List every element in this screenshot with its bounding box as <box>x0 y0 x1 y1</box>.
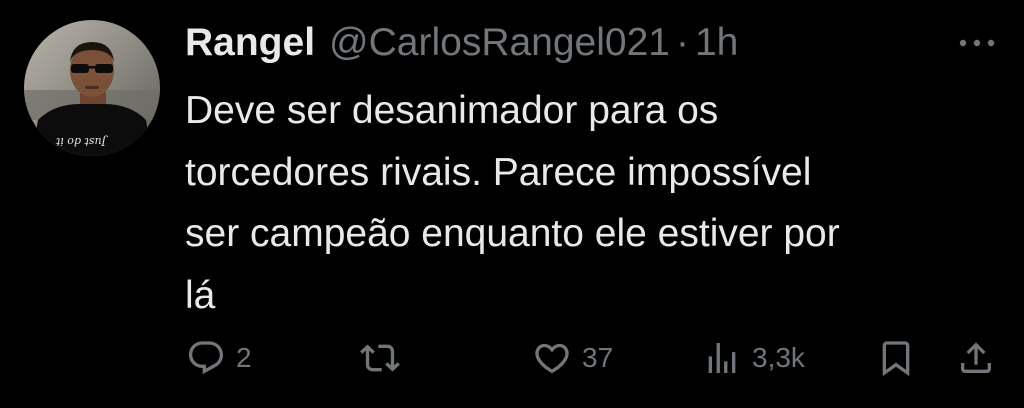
tweet-text-line: torcedores rivais. Parece impossível <box>185 150 812 194</box>
action-bar: 2 37 3,3k <box>0 330 1024 386</box>
tweet-text-line: ser campeão enquanto ele estiver por <box>185 212 840 255</box>
tweet-text-line: Deve ser desanimador para os <box>185 89 719 132</box>
reply-count: 2 <box>236 342 252 373</box>
like-count: 37 <box>582 342 614 373</box>
tweet-text-line: lá <box>185 273 216 317</box>
reply-button[interactable]: 2 <box>186 330 252 386</box>
views-icon <box>708 343 736 373</box>
tweet-text: Deve ser desanimador para os torcedores … <box>185 80 985 326</box>
more-options-button[interactable] <box>955 28 999 58</box>
share-button[interactable] <box>956 330 996 386</box>
bookmark-button[interactable] <box>876 330 916 386</box>
retweet-icon <box>360 344 400 372</box>
heart-icon <box>535 343 569 374</box>
display-name[interactable]: Rangel <box>185 18 315 68</box>
separator-dot: · <box>675 21 689 64</box>
bookmark-icon <box>882 341 910 377</box>
avatar[interactable]: Just do it <box>24 20 160 156</box>
more-horizontal-icon <box>959 39 995 47</box>
views-button[interactable]: 3,3k <box>702 330 805 386</box>
avatar-shirt-text: Just do it <box>55 135 108 148</box>
share-icon <box>961 342 991 373</box>
tweet[interactable]: Just do it Rangel @CarlosRangel021 · 1h … <box>0 0 1024 408</box>
avatar-image: Just do it <box>24 20 160 156</box>
like-button[interactable]: 37 <box>532 330 613 386</box>
retweet-button[interactable] <box>358 330 412 386</box>
tweet-header: Rangel @CarlosRangel021 · 1h <box>185 18 738 68</box>
views-count: 3,3k <box>752 342 805 373</box>
reply-icon <box>188 341 224 375</box>
timestamp[interactable]: 1h <box>695 18 738 68</box>
user-handle[interactable]: @CarlosRangel021 <box>329 18 670 68</box>
